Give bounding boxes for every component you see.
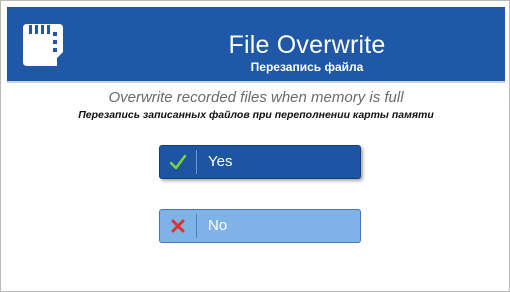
sd-card-icon	[21, 22, 65, 68]
option-separator	[196, 150, 197, 174]
description-russian: Перезапись записанных файлов при перепол…	[78, 109, 434, 121]
option-separator	[196, 214, 197, 238]
cross-icon	[160, 210, 196, 242]
yes-option-label: Yes	[208, 153, 233, 170]
dialog-title: File Overwrite	[228, 31, 386, 59]
dialog-subtitle: Перезапись файла	[250, 60, 364, 74]
header-divider	[7, 81, 505, 83]
no-option-label: No	[208, 217, 228, 234]
no-option-button[interactable]: No	[159, 209, 361, 243]
dialog-header: File Overwrite Перезапись файла	[7, 7, 505, 81]
yes-option-button[interactable]: Yes	[159, 145, 361, 179]
description-english: Overwrite recorded files when memory is …	[108, 89, 404, 106]
check-icon	[160, 146, 196, 178]
dialog-frame: File Overwrite Перезапись файла Overwrit…	[0, 0, 510, 292]
